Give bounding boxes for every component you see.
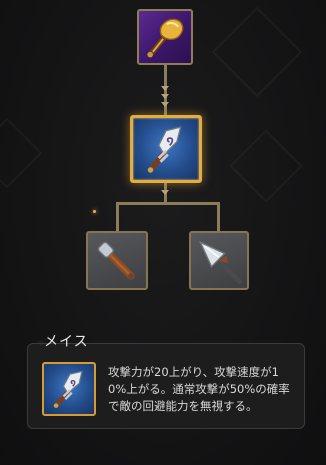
mace-icon [147,126,182,173]
connector-arrow [161,94,169,99]
connector-branch-left [116,202,119,231]
skill-tree-screen: メイス 攻撃力が20上がり、攻撃速度が10%上がる。通常攻撃が50%の確率で敵の… [0,0,326,465]
hammer-icon [97,241,135,280]
background-decoration [211,6,303,98]
skill-node-hammer[interactable] [86,231,148,290]
skill-detail-icon-frame [42,362,96,416]
skill-node-golden-club[interactable] [137,9,193,65]
skill-node-spear[interactable] [189,231,249,290]
background-decoration [229,129,303,203]
connector-branch-right [217,202,220,231]
background-decoration [0,117,43,189]
connector-arrow [161,102,169,107]
spear-icon [198,240,242,284]
connector-arrow [161,190,169,195]
golden-club-icon [147,18,184,58]
connector-branch-horizontal [116,202,220,205]
sparkle [93,210,96,213]
mace-icon [53,370,83,408]
skill-node-mace-selected[interactable] [130,115,202,183]
skill-detail-title: メイス [44,334,89,350]
connector-arrow [161,86,169,91]
skill-detail-description: 攻撃力が20上がり、攻撃速度が10%上がる。通常攻撃が50%の確率で敵の回避能力… [108,365,290,413]
